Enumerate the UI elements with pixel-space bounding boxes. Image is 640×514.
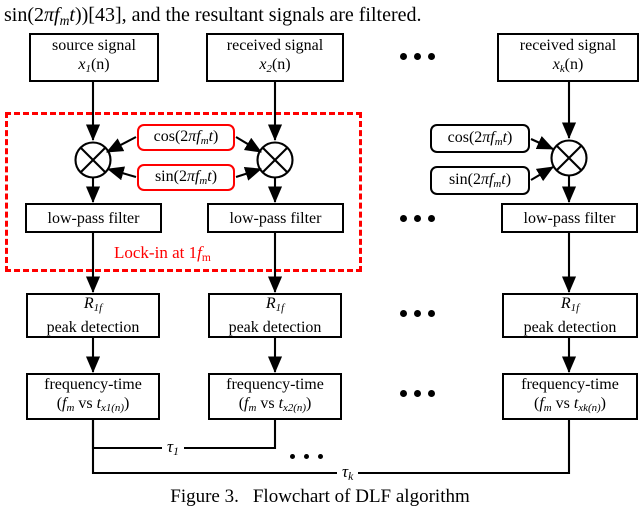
frequency-time-box-2[interactable]: frequency-time (fm vs tx2(n)) [208,373,342,420]
low-pass-filter-label-1: low-pass filter [47,209,140,227]
low-pass-filter-box-2[interactable]: low-pass filter [207,203,344,233]
low-pass-filter-box-k[interactable]: low-pass filter [501,203,638,233]
tau-k-label: τk [337,462,359,484]
sin-reference-box-k[interactable]: sin(2πfmt) [430,166,530,195]
cos-reference-label-k: cos(2πfmt) [447,128,513,149]
frequency-time-label-2: frequency-time [226,375,324,393]
ellipsis-row-freqtime [400,390,435,397]
sin-reference-label-k: sin(2πfmt) [448,170,512,191]
frequency-time-expr-2: (fm vs tx2(n)) [238,394,312,415]
sin-reference-label-left: sin(2πfmt) [154,167,218,188]
frequency-time-expr-k: (fm vs txk(n)) [534,394,606,415]
ellipsis-row-peak [400,310,435,317]
cos-reference-label-left: cos(2πfmt) [153,127,219,148]
lock-in-label-text: Lock-in at 1 [114,243,198,262]
frequency-time-label-k: frequency-time [521,375,619,393]
figure-page: sin(2πfmt))[43], and the resultant signa… [0,0,640,514]
peak-detection-symbol-1: R1f [83,294,103,315]
low-pass-filter-box-1[interactable]: low-pass filter [25,203,162,233]
peak-detection-label-1: peak detection [46,319,140,337]
frequency-time-label-1: frequency-time [44,375,142,393]
figure-caption: Figure 3. Flowchart of DLF algorithm [0,486,640,508]
cos-reference-box-k[interactable]: cos(2πfmt) [430,124,530,153]
flow-connectors [74,82,588,475]
ellipsis-row-lowpass [400,215,435,222]
figure-caption-label: Figure 3. [170,486,239,507]
peak-detection-box-1[interactable]: R1f peak detection [26,293,160,338]
tau-1-label: τ1 [162,437,184,459]
low-pass-filter-label-2: low-pass filter [229,209,322,227]
figure-caption-text: Flowchart of DLF algorithm [252,486,470,507]
frequency-time-box-k[interactable]: frequency-time (fm vs txk(n)) [502,373,638,420]
peak-detection-symbol-k: R1f [560,294,580,315]
peak-detection-label-2: peak detection [228,319,322,337]
lock-in-label: Lock-in at 1fm [114,243,211,264]
peak-detection-symbol-2: R1f [265,294,285,315]
peak-detection-box-k[interactable]: R1f peak detection [502,293,638,338]
cos-reference-box-left[interactable]: cos(2πfmt) [137,124,235,151]
frequency-time-expr-1: (fm vs tx1(n)) [56,394,130,415]
ellipsis-row-tau [290,454,323,459]
peak-detection-label-k: peak detection [523,319,617,337]
peak-detection-box-2[interactable]: R1f peak detection [208,293,342,338]
sin-reference-box-left[interactable]: sin(2πfmt) [137,164,235,191]
low-pass-filter-label-k: low-pass filter [523,209,616,227]
lock-in-label-subscript: m [201,251,211,265]
frequency-time-box-1[interactable]: frequency-time (fm vs tx1(n)) [26,373,160,420]
